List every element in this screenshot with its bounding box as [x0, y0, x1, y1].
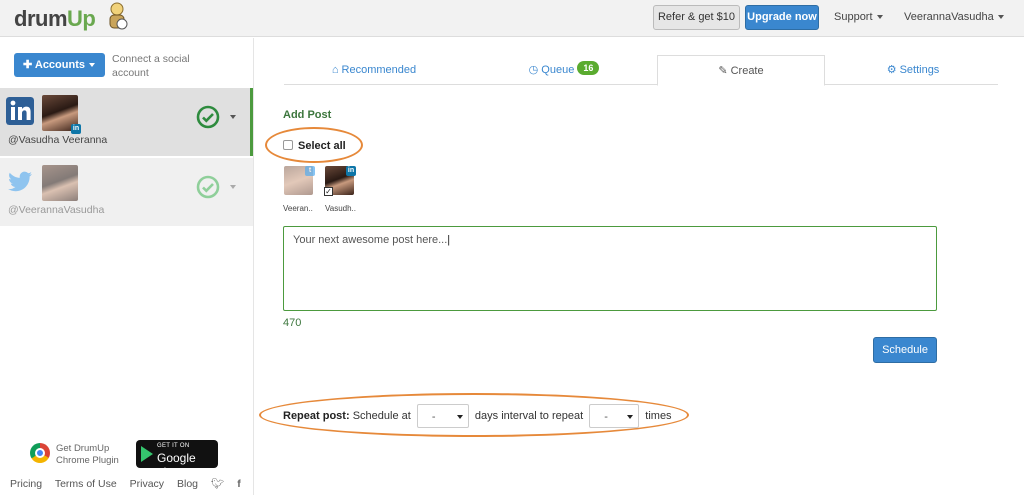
selectable-account-name: Veeran.. — [283, 204, 313, 213]
footer-link-terms[interactable]: Terms of Use — [55, 478, 117, 490]
chevron-down-icon — [89, 63, 95, 68]
facebook-icon[interactable]: f — [237, 478, 241, 490]
twitter-badge-icon: t — [305, 166, 315, 176]
footer-link-blog[interactable]: Blog — [177, 478, 198, 490]
chevron-down-icon[interactable] — [230, 115, 236, 119]
gear-icon: ⚙ — [886, 64, 897, 76]
tab-settings[interactable]: ⚙ Settings — [829, 55, 997, 85]
account-handle: @Vasudha Veeranna — [8, 134, 108, 146]
check-circle-icon[interactable] — [196, 105, 220, 129]
queue-count-badge: 16 — [577, 61, 600, 75]
character-count: 470 — [283, 317, 302, 329]
play-icon — [141, 446, 153, 462]
mascot-logo-icon — [109, 2, 128, 30]
connect-account-link[interactable]: Connect a social account — [112, 52, 202, 80]
accounts-button[interactable]: ✚ Accounts — [14, 53, 105, 77]
top-navbar: drumUp Refer & get $10 Upgrade now Suppo… — [0, 0, 1024, 37]
chrome-plugin-label: Get DrumUp Chrome Plugin — [56, 443, 119, 466]
post-textarea[interactable]: Your next awesome post here...| — [283, 226, 937, 311]
check-circle-icon[interactable] — [196, 175, 220, 199]
sidebar: ✚ Accounts Connect a social account in @… — [0, 38, 254, 495]
highlight-oval — [259, 393, 689, 437]
google-play-button[interactable]: GET IT ON Google play — [136, 440, 218, 479]
chevron-down-icon[interactable] — [230, 185, 236, 189]
tab-bar: ⌂ Recommended ◷ Queue 16 ✎ Create ⚙ Settings — [284, 55, 998, 86]
account-handle: @VeerannaVasudha — [8, 204, 105, 216]
user-menu[interactable]: VeerannaVasudha — [904, 11, 1004, 23]
add-post-heading: Add Post — [283, 109, 332, 121]
footer-link-pricing[interactable]: Pricing — [10, 478, 42, 490]
drumup-logo[interactable]: drumUp — [14, 6, 96, 32]
upgrade-button[interactable]: Upgrade now — [745, 5, 819, 30]
account-item-twitter[interactable]: @VeerannaVasudha — [0, 158, 253, 226]
plus-icon: ✚ — [23, 59, 35, 71]
tab-create[interactable]: ✎ Create — [657, 55, 825, 86]
account-selected-checkbox[interactable]: ✓ — [324, 187, 333, 196]
support-menu[interactable]: Support — [834, 11, 883, 23]
home-icon: ⌂ — [331, 64, 339, 76]
linkedin-badge-icon: in — [71, 124, 81, 134]
gplay-small-label: GET IT ON — [157, 443, 190, 449]
footer-links: Pricing Terms of Use Privacy Blog 🐦︎ f — [10, 477, 251, 490]
twitter-icon — [8, 171, 32, 192]
chevron-down-icon — [997, 15, 1004, 20]
gplay-big-label: Google play — [157, 451, 196, 479]
chevron-down-icon — [876, 15, 883, 20]
account-item-linkedin[interactable]: in @Vasudha Veeranna — [0, 88, 253, 156]
selectable-account-name: Vasudh.. — [325, 204, 356, 213]
highlight-oval — [265, 127, 363, 163]
linkedin-badge-icon: in — [346, 166, 356, 176]
refer-button[interactable]: Refer & get $10 — [653, 5, 740, 30]
clock-icon: ◷ — [528, 64, 539, 76]
chrome-icon — [30, 443, 50, 463]
schedule-button[interactable]: Schedule — [873, 337, 937, 363]
tab-queue[interactable]: ◷ Queue 16 — [474, 55, 654, 85]
avatar — [42, 165, 78, 201]
pencil-icon: ✎ — [718, 65, 728, 77]
linkedin-icon — [6, 97, 34, 125]
twitter-icon[interactable]: 🐦︎ — [211, 478, 224, 490]
footer-link-privacy[interactable]: Privacy — [130, 478, 164, 490]
tab-recommended[interactable]: ⌂ Recommended — [284, 55, 464, 85]
